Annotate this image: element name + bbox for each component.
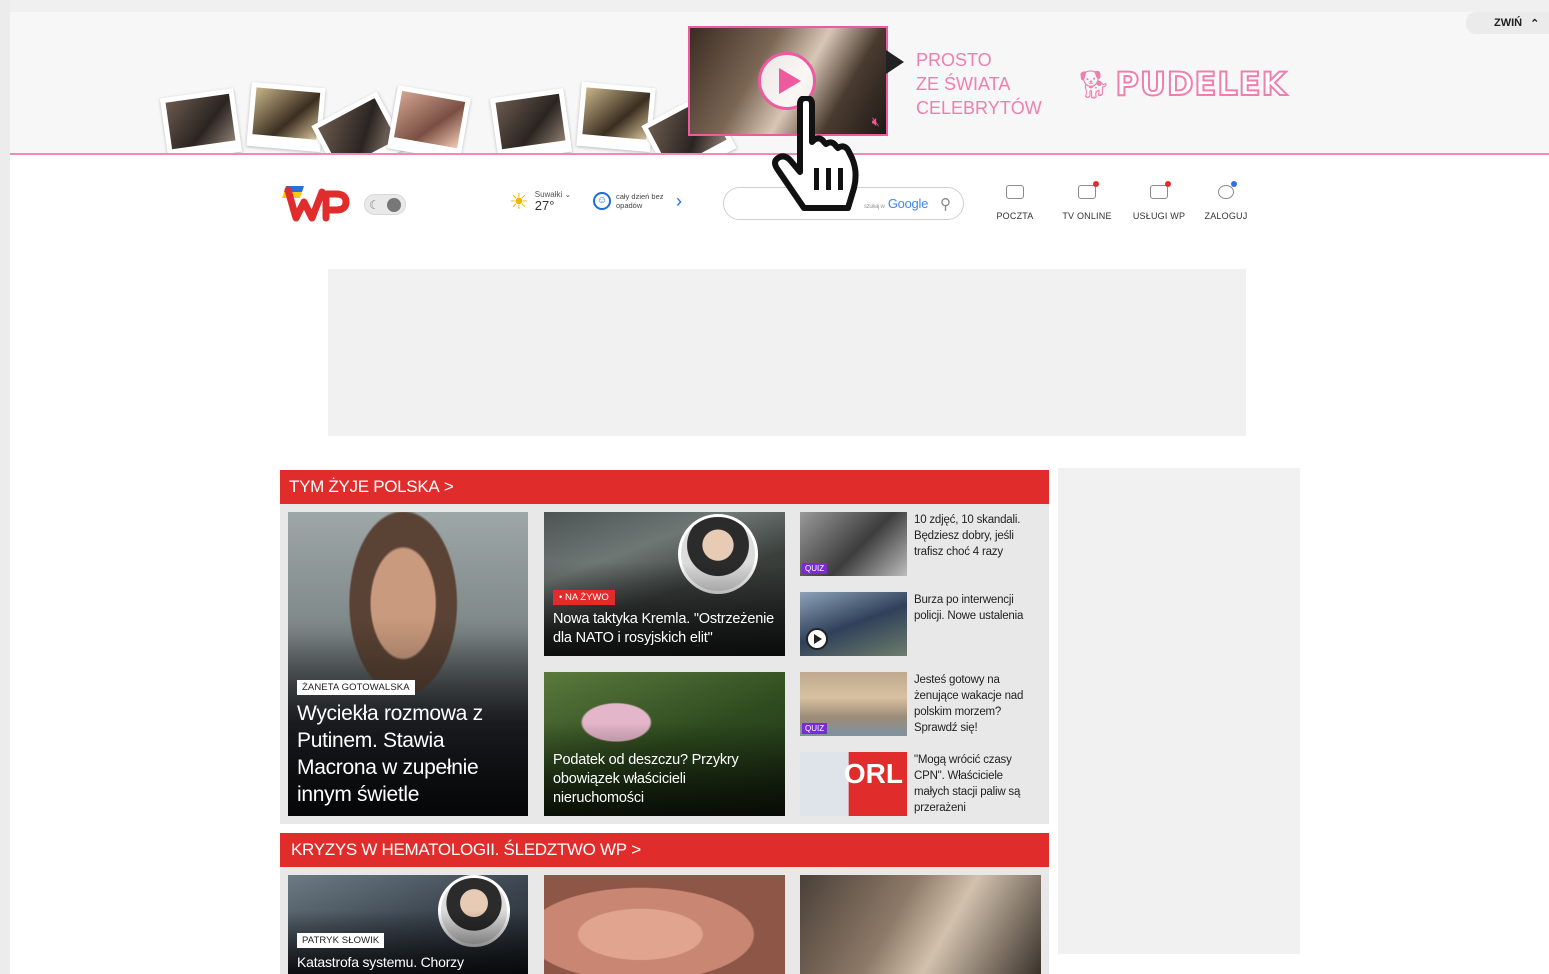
list-item[interactable]: Burza po interwencji policji. Nowe ustal… (800, 592, 1040, 658)
article-title[interactable]: "Mogą wrócić czasy CPN". Właściciele mał… (914, 752, 1038, 816)
play-icon[interactable] (806, 628, 828, 650)
nav-services[interactable]: USŁUGI WP (1129, 181, 1189, 224)
article-card[interactable] (800, 875, 1041, 974)
ad-polaroid (159, 88, 243, 154)
article-title[interactable]: 10 zdjęć, 10 skandali. Będziesz dobry, j… (914, 512, 1038, 560)
search-engine-label: szukaj w Google (863, 196, 928, 211)
page: ZWIŃ ⌃ 🔇︎ PROSTO ZE ŚWIATA CELEBRYTÓW 🐕︎… (0, 0, 1549, 974)
ad-polaroid (489, 88, 573, 154)
top-strip (10, 0, 1549, 12)
hand-cursor-icon (772, 96, 859, 211)
lead-article-card[interactable]: ŻANETA GOTOWALSKA Wyciekła rozmowa z Put… (288, 512, 528, 816)
toggle-knob (387, 197, 401, 212)
mail-icon (1006, 185, 1024, 199)
live-badge: • NA ŻYWO (553, 590, 615, 605)
ad-polaroid (387, 85, 471, 154)
article-title[interactable]: Wyciekła rozmowa z Putinem. Stawia Macro… (297, 700, 520, 808)
article-card[interactable] (544, 875, 785, 974)
services-icon (1150, 181, 1171, 199)
author-tag[interactable]: ŻANETA GOTOWALSKA (297, 680, 415, 695)
moon-icon: ☾ (369, 197, 380, 212)
ad-tagline: PROSTO ZE ŚWIATA CELEBRYTÓW (916, 50, 1042, 118)
tv-icon (1078, 181, 1099, 199)
article-thumbnail[interactable]: ORL (800, 752, 907, 816)
article-title[interactable]: Podatek od deszczu? Przykry obowiązek wł… (553, 751, 777, 808)
chevron-up-icon: ⌃ (1530, 17, 1540, 30)
lead-article-card[interactable]: PATRYK SŁOWIK Katastrofa systemu. Chorzy (288, 875, 528, 974)
section-header-kryzys-w-hematologii[interactable]: KRYZYS W HEMATOLOGII. ŚLEDZTWO WP > (280, 833, 1049, 867)
article-card[interactable]: • NA ŻYWO Nowa taktyka Kremla. "Ostrzeże… (544, 512, 785, 656)
search-icon[interactable]: ⚲ (940, 195, 951, 213)
dark-mode-toggle[interactable]: ☾ (364, 194, 406, 215)
list-item[interactable]: QUIZ 10 zdjęć, 10 skandali. Będziesz dob… (800, 512, 1040, 578)
list-item[interactable]: QUIZ Jesteś gotowy na żenujące wakacje n… (800, 672, 1040, 738)
sun-icon: ☀ (509, 188, 529, 214)
arrow-right-icon (886, 50, 904, 74)
browser-edge (0, 0, 10, 974)
nav-tv-online[interactable]: TV ONLINE (1057, 181, 1117, 224)
ad-photo-strip (144, 55, 737, 154)
mute-icon[interactable]: 🔇︎ (872, 114, 880, 130)
section-header-tym-zyje-polska[interactable]: TYM ŻYJE POLSKA > (280, 470, 1049, 504)
collapse-label: ZWIŃ (1494, 17, 1523, 29)
ad-polaroid (576, 81, 656, 153)
article-thumbnail[interactable] (800, 592, 907, 656)
nav-login[interactable]: ZALOGUJ (1196, 181, 1256, 224)
article-title[interactable]: Katastrofa systemu. Chorzy (297, 953, 520, 972)
article-thumbnail[interactable]: QUIZ (800, 512, 907, 576)
user-icon (1218, 181, 1237, 199)
quiz-badge: QUIZ (802, 563, 828, 574)
ad-polaroid (246, 81, 326, 153)
article-card[interactable]: Podatek od deszczu? Przykry obowiązek wł… (544, 672, 785, 816)
article-title[interactable]: Burza po interwencji policji. Nowe ustal… (914, 592, 1038, 624)
quiz-badge: QUIZ (802, 723, 828, 734)
play-icon (779, 68, 801, 94)
side-ad-placeholder (1058, 468, 1300, 954)
weather-temperature: 27° (534, 198, 555, 213)
thumb-text: ORL (843, 758, 903, 789)
nav-mail[interactable]: POCZTA (985, 185, 1045, 224)
list-item[interactable]: ORL "Mogą wrócić czasy CPN". Właściciele… (800, 752, 1040, 818)
article-title[interactable]: Jesteś gotowy na żenujące wakacje nad po… (914, 672, 1038, 736)
article-title[interactable]: Nowa taktyka Kremla. "Ostrzeżenie dla NA… (553, 610, 777, 648)
author-tag[interactable]: PATRYK SŁOWIK (297, 933, 385, 948)
ad-placeholder (328, 269, 1246, 436)
forecast-widget[interactable]: ☺ cały dzień bez opadów (593, 192, 664, 210)
pudelek-logo[interactable]: 🐕︎ PUDELEK (1076, 62, 1287, 106)
chevron-right-icon[interactable]: › (676, 191, 682, 212)
collapse-banner-button[interactable]: ZWIŃ ⌃ (1466, 12, 1549, 34)
forecast-text: cały dzień bez opadów (616, 192, 664, 210)
weather-widget[interactable]: ☀ Suwałki ⌄ 27° (509, 190, 571, 213)
smile-icon: ☺ (593, 192, 611, 210)
article-thumbnail[interactable]: QUIZ (800, 672, 907, 736)
dog-logo-icon: 🐕︎ (1076, 68, 1112, 100)
wp-logo[interactable] (282, 180, 350, 224)
